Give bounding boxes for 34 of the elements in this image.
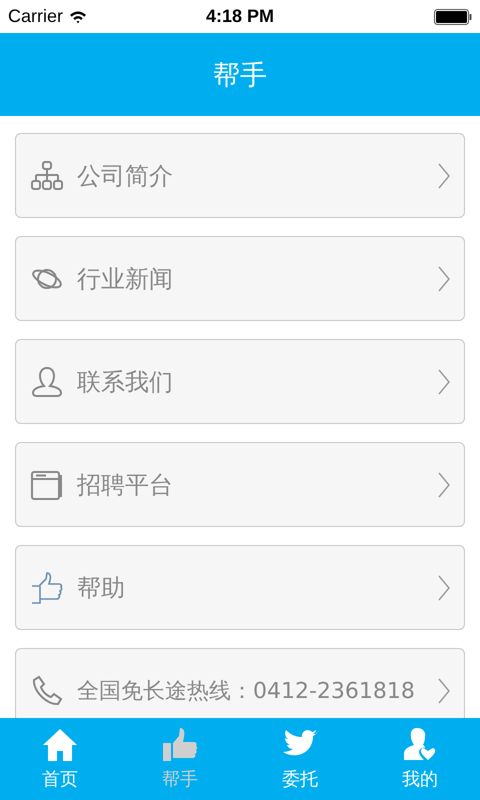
phone-icon: [31, 674, 63, 706]
menu-label: 帮助: [77, 572, 126, 604]
menu-item[interactable]: 公司简介: [15, 133, 465, 218]
menu-item[interactable]: 帮助: [15, 545, 465, 630]
menu-item[interactable]: 行业新闻: [15, 236, 465, 321]
user-heart-icon: [402, 727, 438, 763]
person-icon: [31, 366, 63, 398]
chevron-right-icon: [438, 678, 450, 704]
menu-label: 行业新闻: [77, 264, 174, 294]
wifi-icon: [69, 10, 88, 24]
window-icon: [31, 468, 63, 500]
page-title: 帮手: [213, 58, 267, 92]
menu-label: 联系我们: [77, 366, 174, 398]
chevron-right-icon: [438, 368, 450, 394]
battery-icon: [434, 8, 472, 24]
menu-label: 公司简介: [77, 160, 174, 192]
chevron-right-icon: [438, 162, 450, 188]
thumbs-up-icon: [162, 727, 198, 763]
thumbs-up-icon: [31, 572, 63, 604]
home-icon: [42, 727, 78, 763]
menu-label: 招聘平台: [77, 470, 174, 500]
tab[interactable]: 首页: [0, 718, 120, 800]
menu-item[interactable]: 全国免长途热线：0412-2361818: [15, 648, 465, 718]
menu-item[interactable]: 联系我们: [15, 339, 465, 424]
hierarchy-icon: [31, 160, 63, 192]
menu-label: 全国免长途热线：0412-2361818: [77, 678, 416, 706]
chevron-right-icon: [438, 574, 450, 600]
tab[interactable]: 委托: [240, 718, 360, 800]
clock-time: 4:18 PM: [206, 6, 274, 27]
menu-item[interactable]: 招聘平台: [15, 442, 465, 527]
tab[interactable]: 我的: [360, 718, 480, 800]
carrier-name: Carrier: [8, 6, 64, 27]
chevron-right-icon: [438, 266, 450, 292]
chevron-right-icon: [438, 472, 450, 498]
